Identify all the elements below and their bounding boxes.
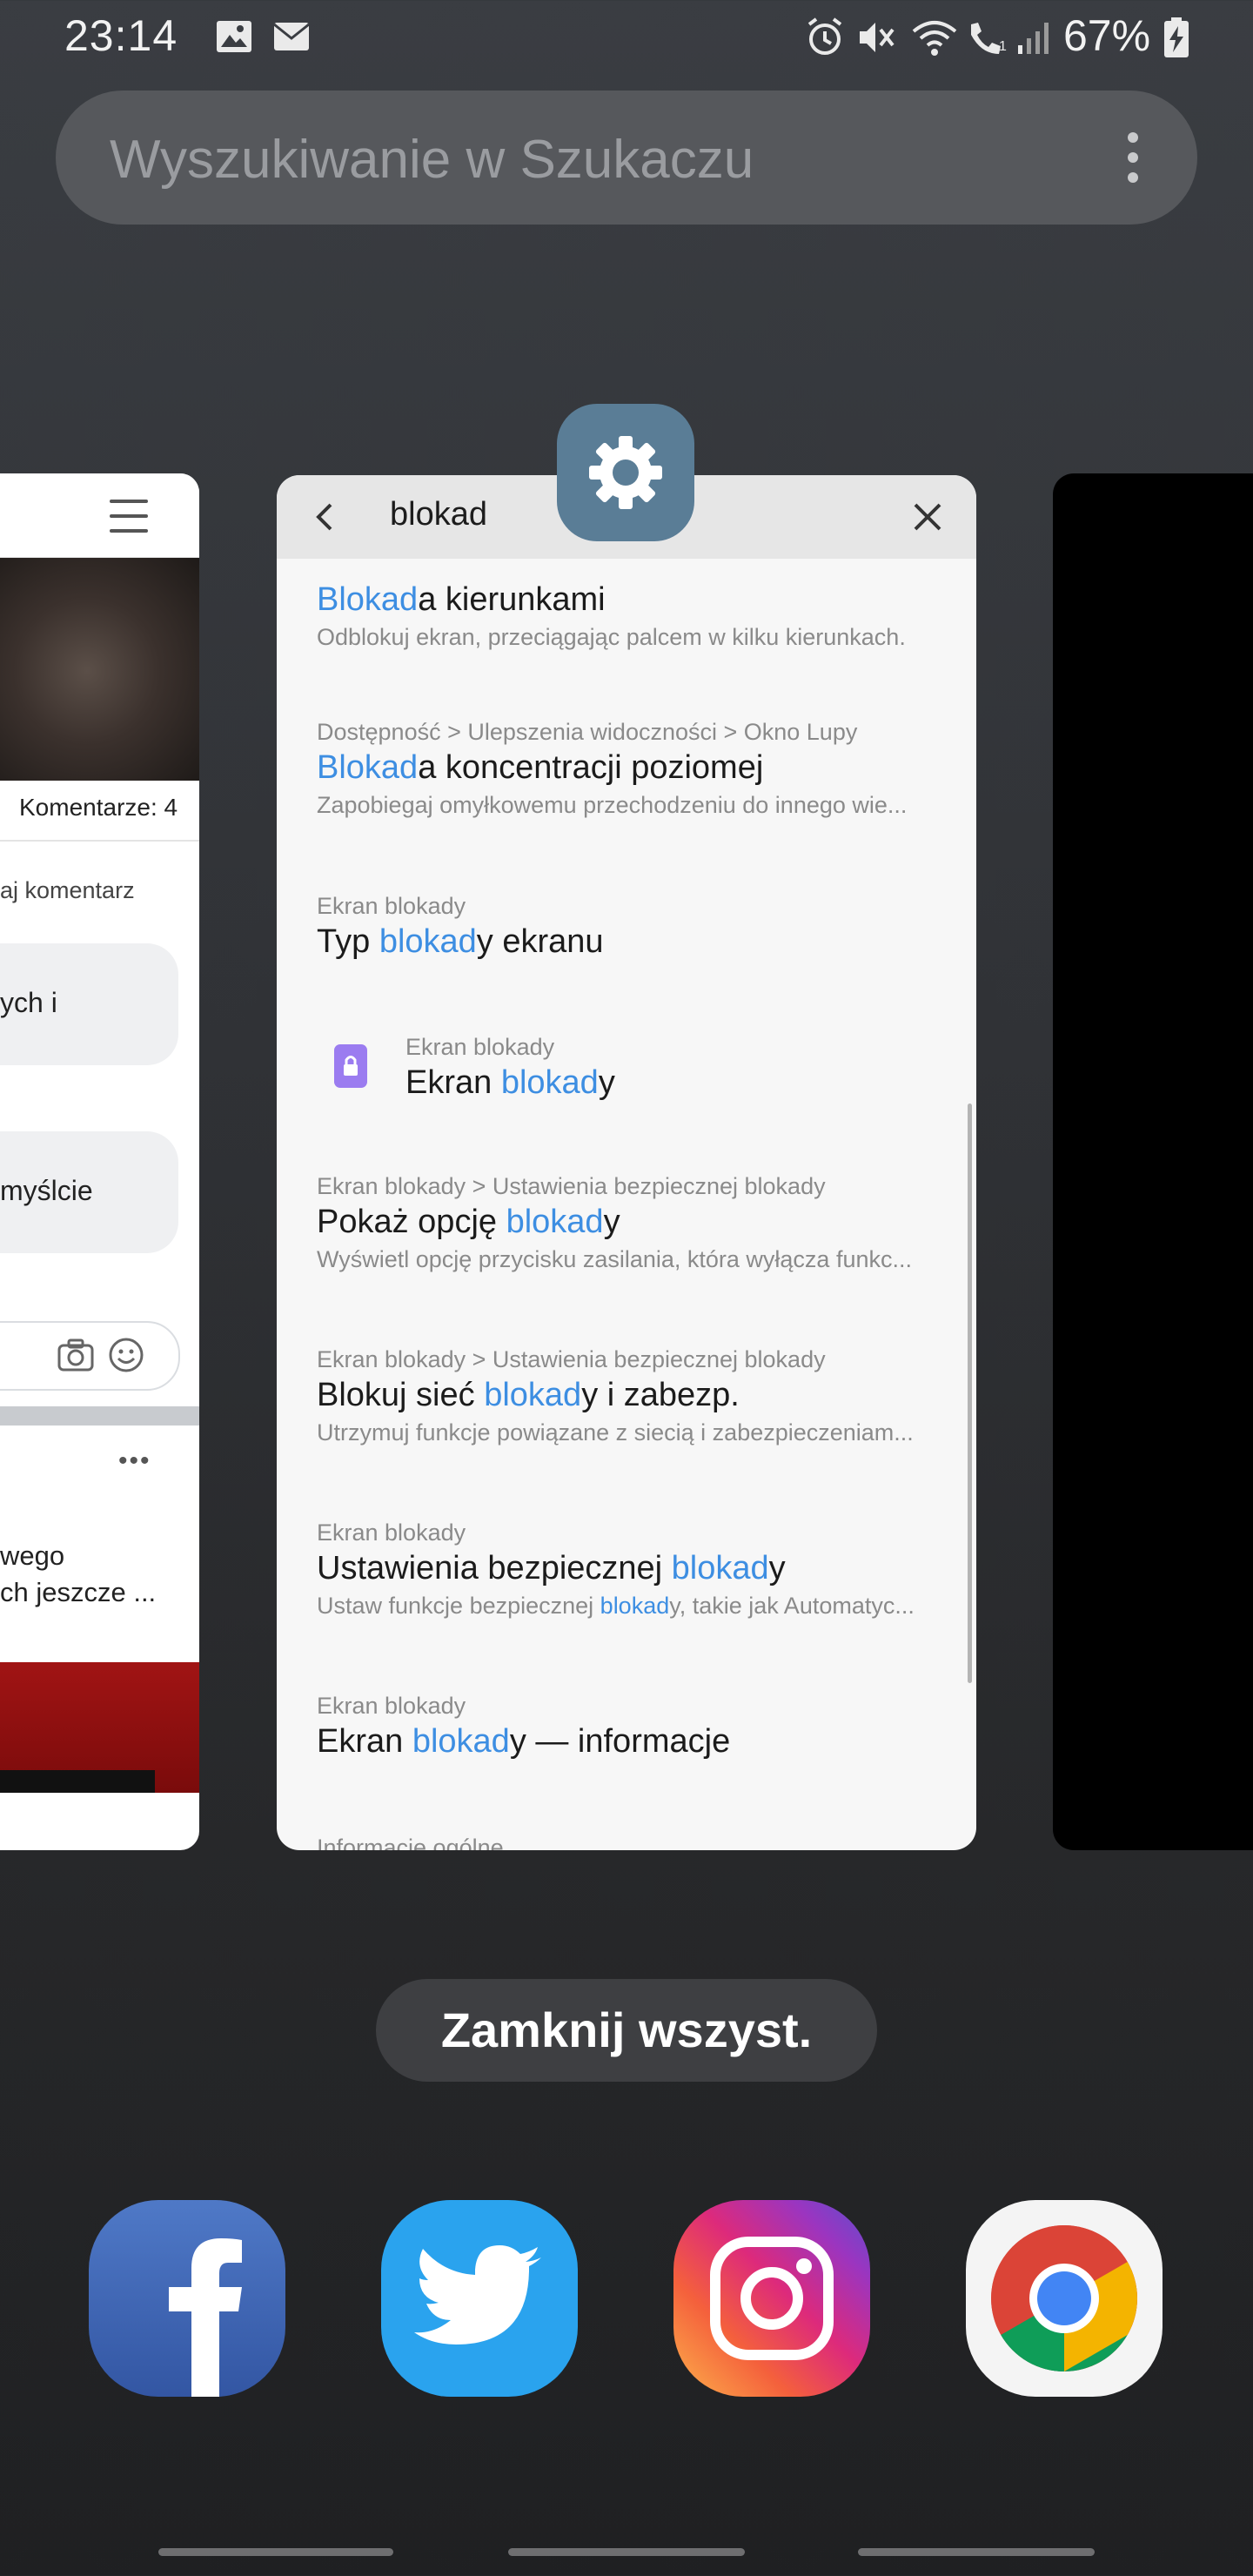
finder-search-bar[interactable]: Wyszukiwanie w Szukaczu [56,91,1197,225]
result-description: Odblokuj ekran, przeciągając palcem w ki… [317,624,906,650]
recent-app-card-right[interactable] [1053,473,1253,1850]
result-title: Ekran blokady [405,1064,615,1101]
search-result-partial[interactable]: Informacje ogólne [317,1835,952,1850]
signal-icon [1018,23,1049,54]
alarm-icon [807,17,842,55]
result-title: Blokuj sieć blokady i zabezp. [317,1377,740,1413]
partial-icon [0,506,12,533]
more-options-icon[interactable]: ••• [118,1446,151,1476]
search-result[interactable]: Ekran blokady Typ blokady ekranu [317,893,952,961]
divider [0,840,199,842]
comment-input[interactable] [0,1321,180,1391]
search-result[interactable]: Ekran blokady Ekran blokady — informacje [317,1693,952,1761]
search-result[interactable]: Ekran blokady Ustawienia bezpiecznej blo… [317,1519,952,1620]
result-path: Informacje ogólne [317,1835,504,1850]
facebook-logo-icon [169,2238,242,2397]
mute-icon [860,23,895,52]
result-description: Wyświetl opcję przycisku zasilania, któr… [317,1246,912,1272]
search-placeholder: Wyszukiwanie w Szukaczu [110,130,754,190]
status-time: 23:14 [64,11,178,60]
gear-icon [589,436,662,509]
result-title: Blokada kierunkami [317,581,606,618]
result-description: Zapobiegaj omyłkowemu przechodzeniu do i… [317,792,908,818]
battery-charging-icon [1164,17,1189,57]
instagram-camera-icon [710,2237,834,2360]
twitter-app-icon[interactable] [381,2200,578,2397]
hamburger-menu-icon[interactable] [110,500,148,544]
result-path: Ekran blokady [317,893,466,919]
post-text-line1: wego [0,1540,65,1571]
result-path: Ekran blokady > Ustawienia bezpiecznej b… [317,1346,826,1372]
settings-app-badge[interactable] [557,404,694,541]
feed-separator [0,1406,199,1426]
result-title: Ustawienia bezpiecznej blokady [317,1550,786,1587]
facebook-app-icon[interactable] [89,2200,285,2397]
chrome-app-icon[interactable] [966,2200,1163,2397]
result-title: Typ blokady ekranu [317,923,604,960]
post-text-line2: ch jeszcze ... [0,1577,157,1607]
result-description: Utrzymuj funkcje powiązane z siecią i za… [317,1419,914,1446]
result-path: Dostępność > Ulepszenia widoczności > Ok… [317,719,858,745]
result-title: Ekran blokady — informacje [317,1723,731,1760]
result-title: Pokaż opcję blokady [317,1204,620,1240]
back-arrow-icon[interactable] [308,500,343,534]
mail-icon [273,23,310,50]
comment-text: myślcie [0,1175,93,1206]
result-path: Ekran blokady > Ustawienia bezpiecznej b… [317,1173,826,1199]
result-path: Ekran blokady [317,1519,466,1546]
search-result[interactable]: Ekran blokady > Ustawienia bezpiecznej b… [317,1173,952,1273]
svg-text:1: 1 [999,39,1007,54]
camera-icon[interactable] [57,1338,94,1372]
result-title: Blokada koncentracji poziomej [317,749,764,786]
search-result[interactable]: Dostępność > Ulepszenia widoczności > Ok… [317,719,952,819]
wifi-icon [912,21,957,56]
add-comment-link[interactable]: aj komentarz [0,877,135,904]
comments-count[interactable]: Komentarze: 4 [19,794,178,822]
recent-app-card-left[interactable]: y Komentarze: 4 aj komentarz ych i myślc… [0,473,199,1850]
search-result[interactable]: Ekran blokady Ekran blokady [405,1034,976,1102]
result-path: Ekran blokady [405,1034,555,1060]
post-photo [0,558,199,781]
chrome-logo-icon [991,2225,1137,2371]
comment-text: ych i [0,987,57,1018]
battery-percent: 67% [1063,11,1151,60]
status-bar: 23:14 1 67% [0,0,1253,73]
left-card-header [0,473,199,558]
result-description: Ustaw funkcje bezpiecznej blokady, takie… [317,1593,915,1619]
gallery-icon [217,21,251,52]
post-image-strip [0,1770,155,1793]
settings-search-query[interactable]: blokad [390,496,487,533]
nav-back-handle[interactable] [858,2548,1095,2556]
nav-home-handle[interactable] [508,2548,745,2556]
result-path: Ekran blokady [317,1693,466,1719]
search-result[interactable]: Blokada kierunkami Odblokuj ekran, przec… [317,578,952,651]
recent-app-card-settings[interactable]: blokad Blokada kierunkami Odblokuj ekran… [277,475,976,1850]
scrollbar-thumb[interactable] [968,1104,972,1683]
emoji-icon[interactable] [108,1337,144,1373]
more-vert-icon[interactable] [1128,132,1140,184]
close-icon[interactable] [910,500,945,534]
lock-screen-icon [334,1044,367,1088]
close-all-button[interactable]: Zamknij wszyst. [376,1979,877,2082]
nav-recents-handle[interactable] [158,2548,393,2556]
instagram-app-icon[interactable] [673,2200,870,2397]
twitter-bird-icon [414,2245,541,2345]
search-result[interactable]: Ekran blokady > Ustawienia bezpiecznej b… [317,1346,952,1446]
wifi-call-icon: 1 [971,23,1007,54]
